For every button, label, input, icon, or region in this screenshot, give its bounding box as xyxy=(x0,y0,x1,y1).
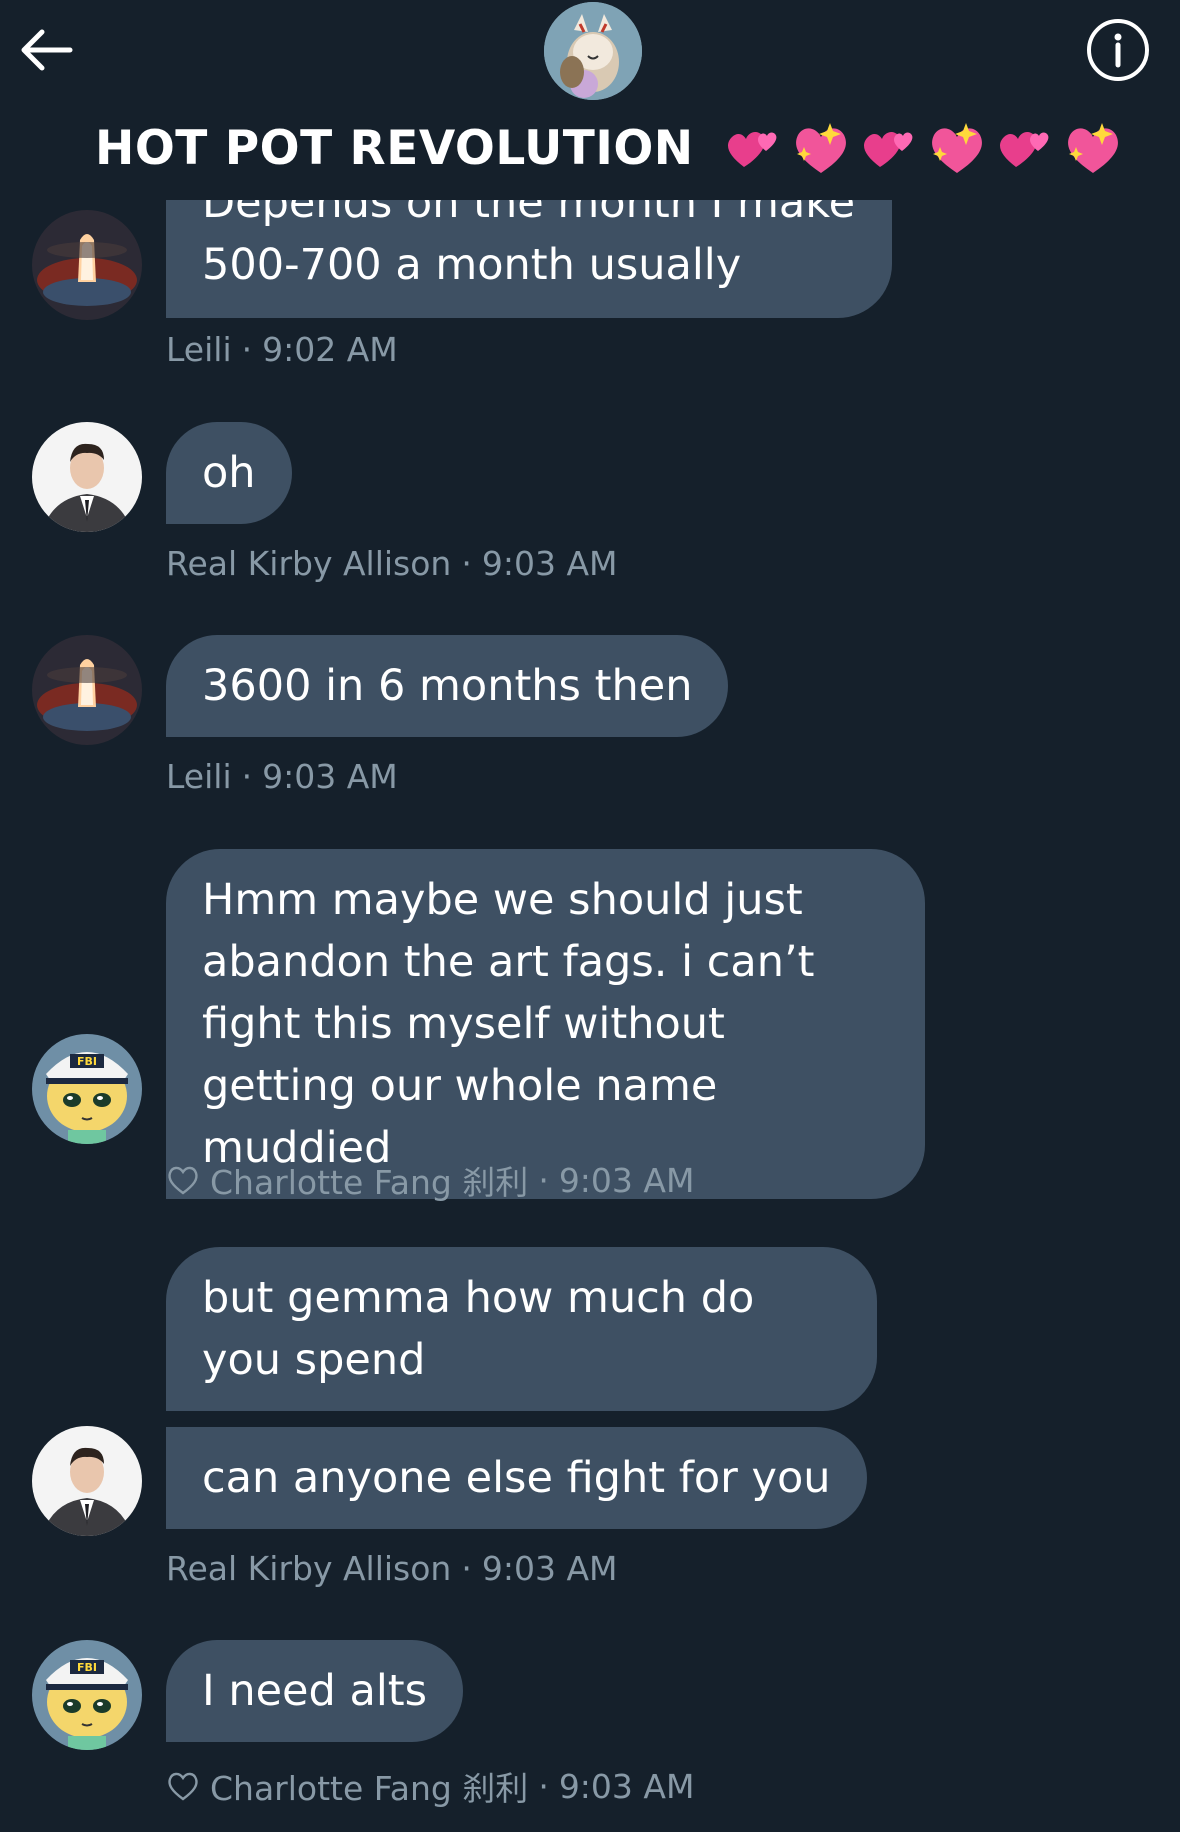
sparkling-heart-icon xyxy=(795,123,846,173)
avatar[interactable] xyxy=(32,1426,142,1536)
sender-name: Leili xyxy=(166,330,232,369)
separator: · xyxy=(241,757,253,796)
conversation-header: HOT POT REVOLUTION xyxy=(0,0,1180,200)
timestamp: 9:03 AM xyxy=(481,544,618,583)
svg-text:FBI: FBI xyxy=(77,1661,97,1674)
group-name: HOT POT REVOLUTION xyxy=(95,120,694,176)
message-meta: Charlotte Fang 刹利 · 9:03 AM xyxy=(166,1156,694,1204)
arrow-left-icon xyxy=(21,29,73,71)
back-button[interactable] xyxy=(18,22,74,78)
sender-name: Real Kirby Allison xyxy=(166,544,452,583)
message-meta: Real Kirby Allison · 9:03 AM xyxy=(166,544,618,583)
message-bubble[interactable]: 3600 in 6 months then xyxy=(166,635,729,737)
separator: · xyxy=(461,544,472,583)
separator: · xyxy=(538,1766,549,1806)
info-icon xyxy=(1087,19,1149,81)
message-text: 3600 in 6 months then xyxy=(202,661,693,711)
sparkling-heart-icon xyxy=(931,123,982,173)
two-hearts-icon xyxy=(863,132,913,167)
group-title: HOT POT REVOLUTION xyxy=(95,112,1124,184)
message-text: Hmm maybe we should just abandon the art… xyxy=(202,875,815,1173)
message-meta: Leili · 9:02 AM xyxy=(166,330,398,369)
separator: · xyxy=(538,1160,549,1200)
message-text: can anyone else fight for you xyxy=(202,1453,831,1503)
sender-name: Leili xyxy=(166,757,232,796)
message-text: oh xyxy=(202,448,256,498)
two-hearts-icon xyxy=(727,132,777,167)
message-text: I need alts xyxy=(202,1666,428,1716)
avatar[interactable]: FBI xyxy=(32,1640,142,1750)
title-emojis xyxy=(722,117,1124,179)
svg-text:FBI: FBI xyxy=(77,1055,97,1068)
message-text-cut: Depends on the month I make xyxy=(202,200,856,228)
message-text: 500-700 a month usually xyxy=(202,240,742,290)
timestamp: 9:03 AM xyxy=(262,757,398,796)
info-button[interactable] xyxy=(1086,18,1150,82)
sender-name: Charlotte Fang 刹利 xyxy=(210,1163,529,1202)
timestamp: 9:03 AM xyxy=(481,1549,618,1588)
message-bubble[interactable]: I need alts xyxy=(166,1640,464,1742)
timestamp: 9:02 AM xyxy=(262,330,398,369)
sender-name: Charlotte Fang 刹利 xyxy=(210,1769,529,1808)
separator: · xyxy=(461,1549,472,1588)
timestamp: 9:03 AM xyxy=(558,1766,695,1806)
separator: · xyxy=(241,330,253,369)
message-meta: Leili · 9:03 AM xyxy=(166,757,398,796)
two-hearts-icon xyxy=(999,132,1049,167)
group-avatar[interactable] xyxy=(544,2,642,100)
message-bubble[interactable]: but gemma how much do you spend xyxy=(166,1247,877,1411)
sparkling-heart-icon xyxy=(1067,123,1118,173)
message-text: but gemma how much do you spend xyxy=(202,1273,755,1385)
avatar[interactable] xyxy=(32,422,142,532)
message-bubble[interactable]: can anyone else fight for you xyxy=(166,1427,867,1529)
avatar[interactable]: FBI xyxy=(32,1034,142,1144)
message-bubble[interactable]: Depends on the month I make 500-700 a mo… xyxy=(166,200,892,318)
timestamp: 9:03 AM xyxy=(558,1160,695,1200)
message-meta: Real Kirby Allison · 9:03 AM xyxy=(166,1549,618,1588)
message-bubble[interactable]: Hmm maybe we should just abandon the art… xyxy=(166,849,925,1199)
heart-icon[interactable] xyxy=(166,1769,200,1803)
message-bubble[interactable]: oh xyxy=(166,422,292,524)
avatar[interactable] xyxy=(32,635,142,745)
sender-name: Real Kirby Allison xyxy=(166,1549,452,1588)
heart-icon[interactable] xyxy=(166,1163,200,1197)
message-meta: Charlotte Fang 刹利 · 9:03 AM xyxy=(166,1762,694,1810)
avatar[interactable] xyxy=(32,210,142,320)
